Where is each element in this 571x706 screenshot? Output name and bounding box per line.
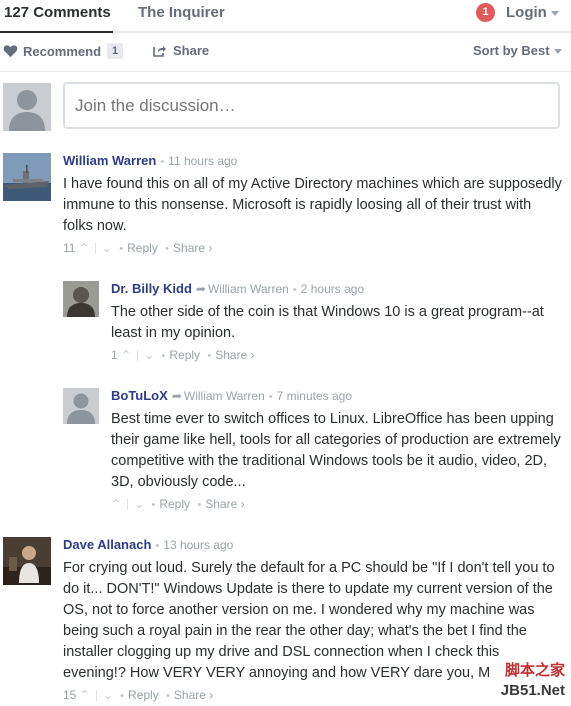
sort-label: Sort by Best (473, 43, 550, 58)
author-name[interactable]: William Warren (63, 153, 156, 168)
bullet: • (268, 391, 273, 403)
bullet: • (207, 350, 212, 362)
reply-button[interactable]: Reply (127, 241, 158, 255)
watermark: 脚本之家 JB51.Net (501, 661, 565, 701)
action-bar: Recommend 1 Share Sort by Best (0, 40, 571, 64)
login-button[interactable]: Login (506, 4, 559, 21)
upvote-icon[interactable]: ⌃ (111, 497, 121, 511)
bullet: • (119, 243, 124, 255)
avatar[interactable] (63, 281, 99, 317)
default-user-icon (63, 388, 99, 424)
reply-arrow-icon: ➦ (195, 282, 206, 296)
comment-text: I have found this on all of my Active Di… (63, 176, 562, 234)
author-name[interactable]: Dr. Billy Kidd (111, 281, 192, 296)
divider (137, 350, 139, 362)
reply-button[interactable]: Reply (169, 348, 200, 362)
divider (0, 71, 571, 72)
downvote-icon[interactable]: ⌄ (144, 348, 154, 362)
comment-text: Best time ever to switch offices to Linu… (111, 411, 561, 490)
upvote-icon[interactable]: ⌃ (80, 688, 90, 702)
author-name[interactable]: BoTuLoX (111, 388, 168, 403)
tab-community[interactable]: The Inquirer (138, 4, 225, 21)
upvote-count: 15 (63, 688, 77, 702)
avatar (3, 83, 51, 131)
notification-badge[interactable]: 1 (476, 3, 495, 22)
bullet: • (155, 540, 160, 552)
comment-footer: ⌃ ⌄ • Reply • Share › (111, 495, 563, 514)
ship-avatar-image (3, 153, 51, 201)
share-link[interactable]: Share › (173, 241, 212, 255)
bullet: • (120, 690, 125, 702)
heart-icon (3, 45, 18, 58)
upvote-count: 11 (63, 241, 76, 255)
share-link[interactable]: Share › (215, 348, 254, 362)
comments-nav: 127 Comments The Inquirer 1 Login (0, 0, 571, 33)
downvote-icon[interactable]: ⌄ (103, 688, 113, 702)
bullet: • (160, 156, 165, 168)
comment-footer: 11 ⌃ ⌄ • Reply • Share › (63, 239, 563, 258)
bullet: • (151, 499, 156, 511)
bullet: • (292, 284, 297, 296)
upvote-icon[interactable]: ⌃ (79, 241, 89, 255)
divider (127, 499, 129, 511)
chevron-down-icon (550, 10, 559, 16)
bullet: • (166, 690, 170, 702)
person-avatar-image (3, 537, 51, 585)
divider (95, 690, 97, 702)
timestamp[interactable]: 7 minutes ago (277, 389, 352, 403)
reply-to-name[interactable]: William Warren (184, 389, 265, 403)
avatar[interactable] (63, 388, 99, 424)
share-link[interactable]: Share › (174, 688, 213, 702)
reply-arrow-icon: ➦ (171, 389, 182, 403)
bullet: • (165, 243, 170, 255)
tab-comments[interactable]: 127 Comments (0, 4, 113, 33)
share-link[interactable]: Share › (205, 497, 244, 511)
bullet: • (161, 350, 166, 362)
avatar[interactable] (3, 537, 51, 585)
portrait-avatar-image (63, 281, 99, 317)
reply-button[interactable]: Reply (128, 688, 159, 702)
timestamp[interactable]: 2 hours ago (301, 282, 364, 296)
reply-button[interactable]: Reply (159, 497, 190, 511)
chevron-down-icon (553, 49, 562, 55)
comment-footer: 1 ⌃ ⌄ • Reply • Share › (111, 346, 563, 365)
comment-text: For crying out loud. Surely the default … (63, 560, 555, 681)
timestamp[interactable]: 13 hours ago (163, 538, 233, 552)
share-button[interactable]: Share (153, 43, 209, 58)
avatar[interactable] (3, 153, 51, 201)
recommend-count: 1 (107, 43, 124, 59)
recommend-button[interactable]: Recommend 1 (3, 43, 124, 59)
reply-to-name[interactable]: William Warren (208, 282, 289, 296)
share-label: Share (173, 43, 210, 58)
watermark-line1: 脚本之家 (504, 662, 565, 679)
sort-dropdown[interactable]: Sort by Best (473, 43, 562, 58)
default-user-icon (3, 83, 51, 131)
share-icon (153, 46, 166, 57)
comment-footer: 15 ⌃ ⌄ • Reply • Share › (63, 686, 563, 705)
upvote-count: 1 (111, 348, 118, 362)
comment-text: The other side of the coin is that Windo… (111, 304, 544, 341)
upvote-icon[interactable]: ⌃ (121, 348, 131, 362)
bullet: • (197, 499, 202, 511)
timestamp[interactable]: 11 hours ago (168, 154, 237, 168)
divider (94, 243, 96, 255)
recommend-label: Recommend (23, 43, 102, 59)
downvote-icon[interactable]: ⌄ (134, 497, 144, 511)
join-discussion-input[interactable] (63, 82, 560, 129)
downvote-icon[interactable]: ⌄ (102, 241, 112, 255)
login-label: Login (506, 4, 547, 21)
author-name[interactable]: Dave Allanach (63, 537, 151, 552)
watermark-line2: JB51.Net (500, 682, 565, 699)
